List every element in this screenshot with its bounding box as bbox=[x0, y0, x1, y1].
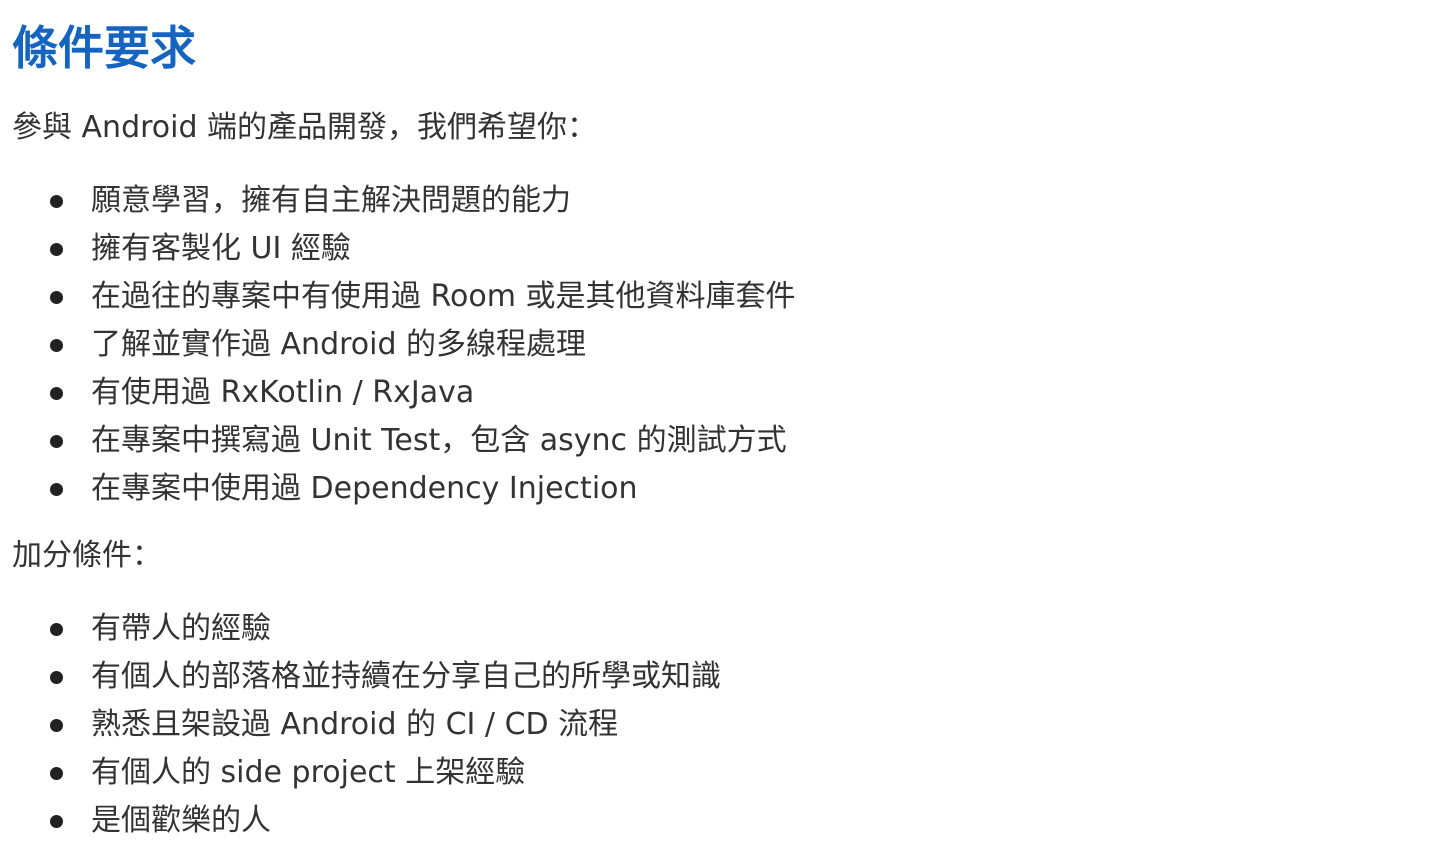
list-item-text: 有帶人的經驗 bbox=[91, 611, 271, 646]
bullet-icon bbox=[50, 290, 63, 304]
requirements-list: 願意學習，擁有自主解決問題的能力 擁有客製化 UI 經驗 在過往的專案中有使用過… bbox=[50, 177, 796, 513]
bullet-icon bbox=[50, 434, 63, 448]
list-item: 有個人的 side project 上架經驗 bbox=[50, 749, 721, 797]
bullet-icon bbox=[50, 482, 63, 496]
bullet-icon bbox=[50, 670, 63, 684]
list-item-text: 了解並實作過 Android 的多線程處理 bbox=[91, 327, 587, 362]
list-item-text: 有使用過 RxKotlin / RxJava bbox=[91, 375, 475, 410]
list-item: 在專案中使用過 Dependency Injection bbox=[50, 465, 796, 513]
list-item: 願意學習，擁有自主解決問題的能力 bbox=[50, 177, 796, 225]
bonus-label: 加分條件： bbox=[12, 538, 162, 573]
bullet-icon bbox=[50, 242, 63, 256]
list-item-text: 有個人的部落格並持續在分享自己的所學或知識 bbox=[91, 659, 721, 694]
bullet-icon bbox=[50, 386, 63, 400]
list-item: 擁有客製化 UI 經驗 bbox=[50, 225, 796, 273]
job-requirements-section: 條件要求 參與 Android 端的產品開發，我們希望你： 願意學習，擁有自主解… bbox=[0, 0, 1432, 866]
bullet-icon bbox=[50, 622, 63, 636]
list-item: 在過往的專案中有使用過 Room 或是其他資料庫套件 bbox=[50, 273, 796, 321]
bullet-icon bbox=[50, 194, 63, 208]
list-item-text: 願意學習，擁有自主解決問題的能力 bbox=[91, 183, 571, 218]
list-item: 有使用過 RxKotlin / RxJava bbox=[50, 369, 796, 417]
list-item-text: 在專案中撰寫過 Unit Test，包含 async 的測試方式 bbox=[91, 423, 787, 458]
list-item: 是個歡樂的人 bbox=[50, 797, 721, 845]
section-title: 條件要求 bbox=[12, 21, 196, 75]
list-item: 有個人的部落格並持續在分享自己的所學或知識 bbox=[50, 653, 721, 701]
list-item: 有帶人的經驗 bbox=[50, 605, 721, 653]
list-item: 熟悉且架設過 Android 的 CI / CD 流程 bbox=[50, 701, 721, 749]
list-item: 在專案中撰寫過 Unit Test，包含 async 的測試方式 bbox=[50, 417, 796, 465]
list-item-text: 在專案中使用過 Dependency Injection bbox=[91, 471, 638, 506]
bullet-icon bbox=[50, 718, 63, 732]
requirements-intro: 參與 Android 端的產品開發，我們希望你： bbox=[12, 110, 598, 145]
list-item-text: 擁有客製化 UI 經驗 bbox=[91, 231, 351, 266]
list-item-text: 熟悉且架設過 Android 的 CI / CD 流程 bbox=[91, 707, 619, 742]
list-item-text: 在過往的專案中有使用過 Room 或是其他資料庫套件 bbox=[91, 279, 796, 314]
list-item: 了解並實作過 Android 的多線程處理 bbox=[50, 321, 796, 369]
bullet-icon bbox=[50, 766, 63, 780]
bullet-icon bbox=[50, 814, 63, 828]
bullet-icon bbox=[50, 338, 63, 352]
bonus-list: 有帶人的經驗 有個人的部落格並持續在分享自己的所學或知識 熟悉且架設過 Andr… bbox=[50, 605, 721, 845]
list-item-text: 有個人的 side project 上架經驗 bbox=[91, 755, 526, 790]
list-item-text: 是個歡樂的人 bbox=[91, 803, 271, 838]
